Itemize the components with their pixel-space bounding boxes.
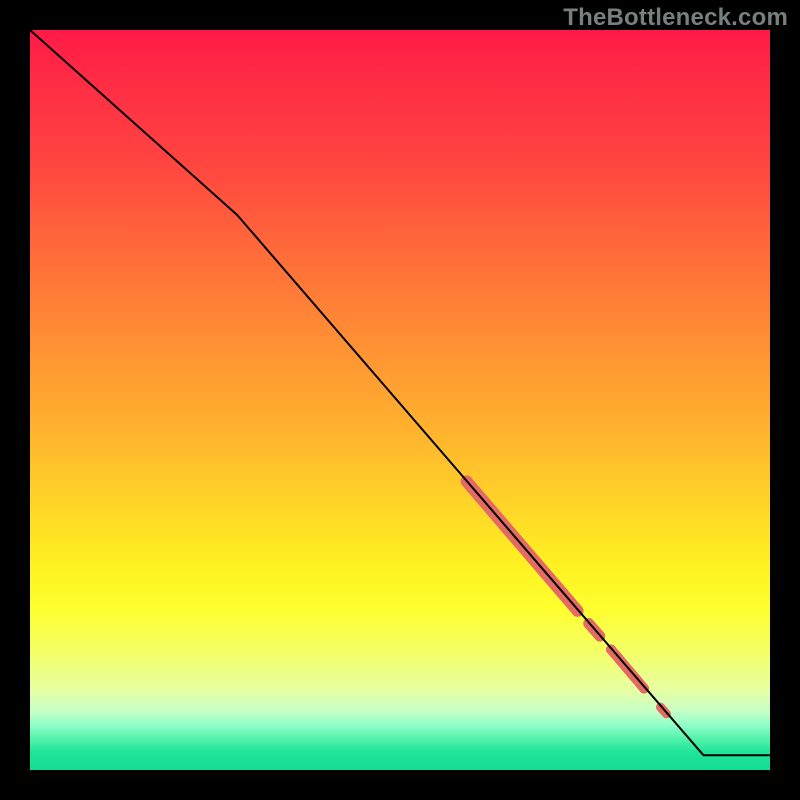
main-curve xyxy=(30,30,770,755)
chart-overlay xyxy=(30,30,770,770)
watermark-text: TheBottleneck.com xyxy=(563,4,788,32)
chart-stage: TheBottleneck.com xyxy=(0,0,800,800)
plot-area xyxy=(30,30,770,770)
